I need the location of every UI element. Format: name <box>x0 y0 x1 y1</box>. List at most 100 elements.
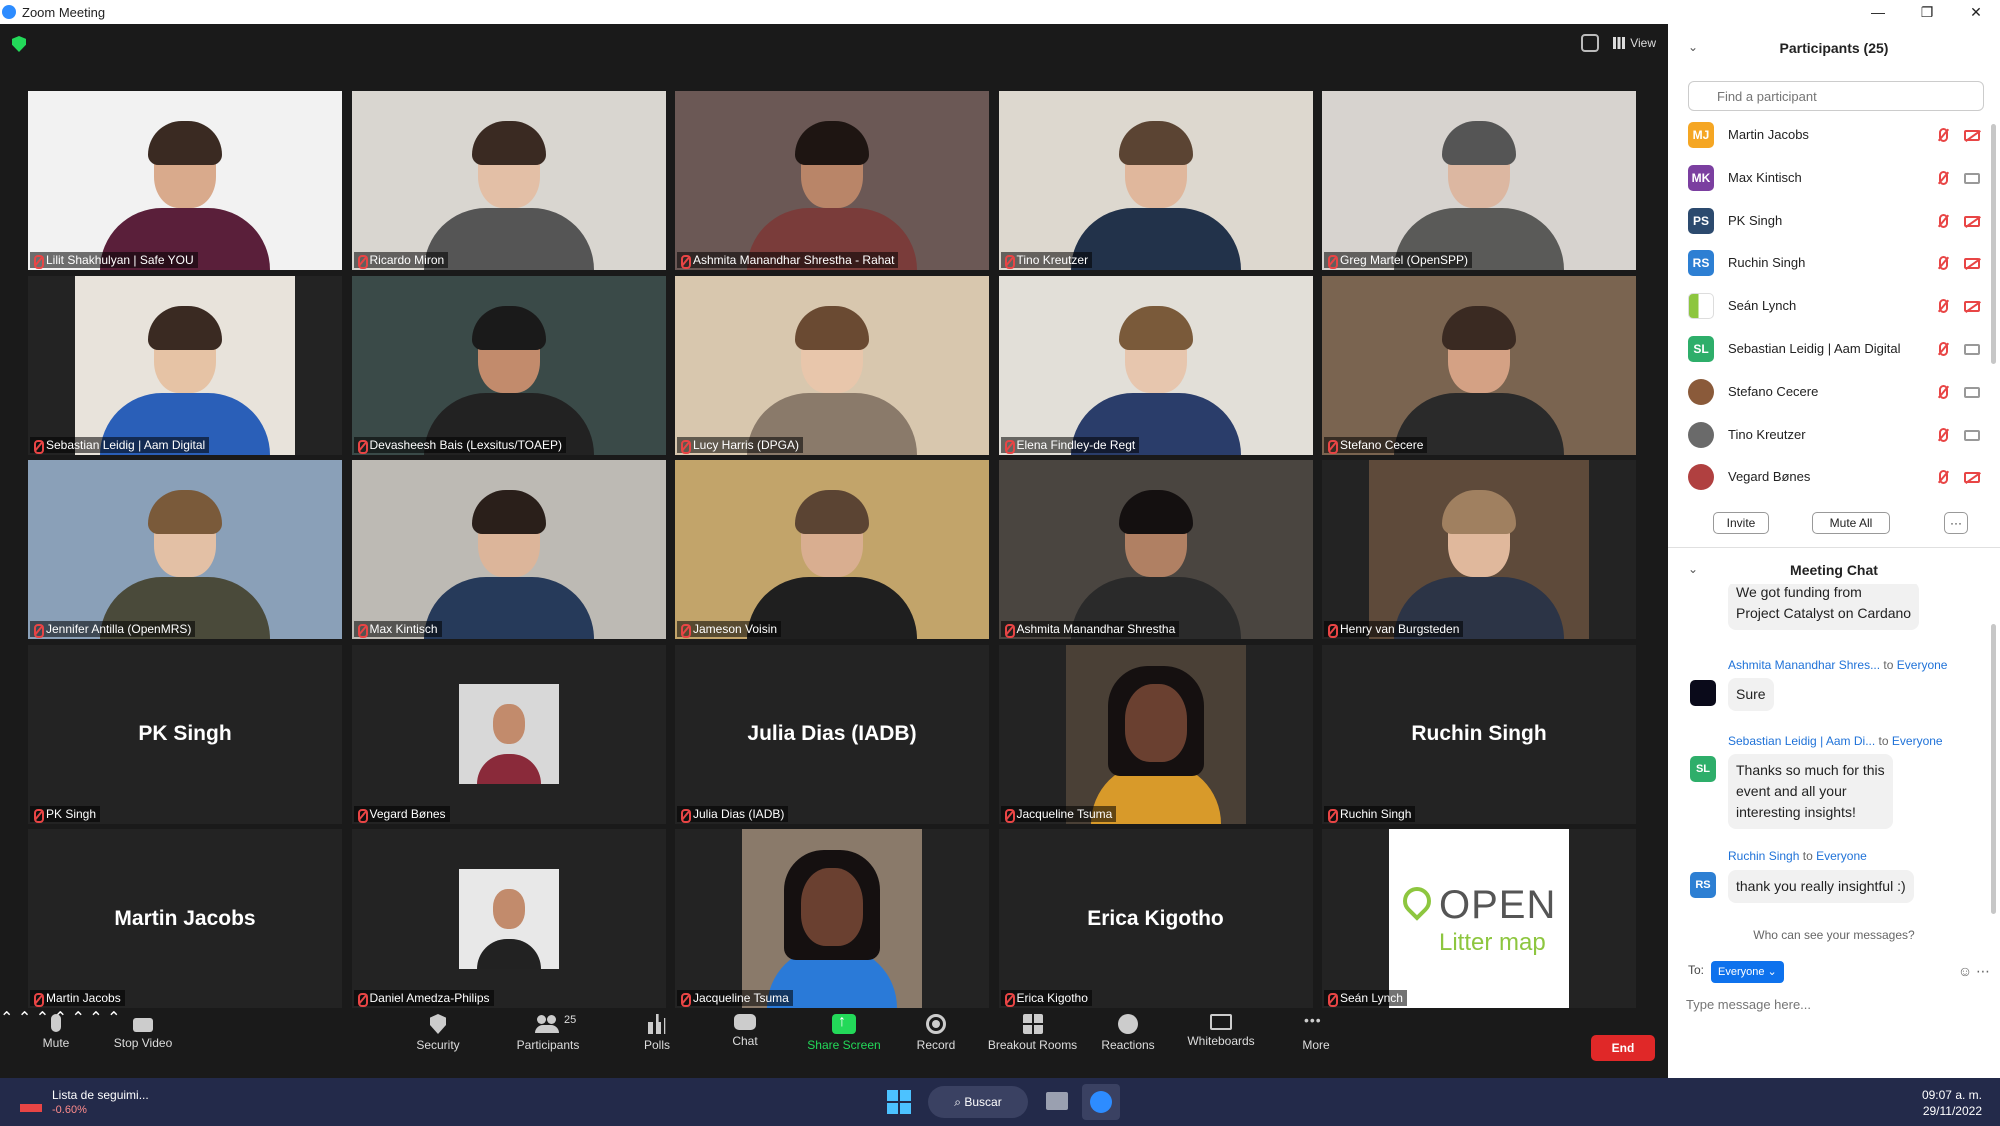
video-tile[interactable]: Sebastian Leidig | Aam Digital <box>28 275 342 455</box>
chat-message-input[interactable] <box>1686 992 1976 1016</box>
video-tile[interactable]: Vegard Bønes <box>351 644 666 824</box>
video-tile[interactable]: Henry van Burgsteden <box>1322 460 1636 639</box>
video-tile[interactable]: Jennifer Antilla (OpenMRS) <box>28 460 342 639</box>
video-tile[interactable]: Ricardo Miron <box>351 91 666 270</box>
participant-search-input[interactable] <box>1688 81 1984 111</box>
taskbar-app-icon[interactable] <box>1046 1092 1068 1110</box>
recipient-select[interactable]: Everyone ⌄ <box>1711 961 1784 983</box>
video-tile[interactable]: Lucy Harris (DPGA) <box>675 275 989 455</box>
close-button[interactable]: ✕ <box>1954 0 1998 24</box>
participant-row[interactable]: SL Sebastian Leidig | Aam Digital <box>1688 328 1988 371</box>
participants-button[interactable]: 25 Participants <box>512 1014 584 1052</box>
message-line: Project Catalyst on Cardano <box>1736 605 1912 621</box>
video-grid: Lilit Shakhulyan | Safe YOU Ricardo Miron… <box>28 91 1640 1008</box>
chat-sender[interactable]: Sebastian Leidig | Aam Di... <box>1728 734 1875 748</box>
video-tile[interactable]: Ashmita Manandhar Shrestha <box>998 460 1313 639</box>
end-meeting-button[interactable]: End <box>1591 1035 1655 1061</box>
muted-microphone-icon[interactable] <box>1939 427 1948 442</box>
emoji-icon[interactable]: ☺ <box>1958 963 1972 979</box>
video-tile[interactable]: Ruchin Singh Ruchin Singh <box>1322 644 1636 824</box>
video-tile[interactable]: Jameson Voisin <box>675 460 989 639</box>
chat-sender[interactable]: Ruchin Singh <box>1728 849 1799 863</box>
video-tile[interactable]: Julia Dias (IADB) Julia Dias (IADB) <box>675 644 989 824</box>
chat-to: to <box>1878 734 1889 748</box>
chat-scrollbar[interactable] <box>1991 624 1996 914</box>
muted-microphone-icon[interactable] <box>1939 470 1948 485</box>
mute-button[interactable]: Mute <box>30 1014 82 1050</box>
participant-name-label: Sebastian Leidig | Aam Digital <box>30 436 210 454</box>
video-on-icon[interactable] <box>1964 386 1980 398</box>
video-on-icon[interactable] <box>1964 429 1980 441</box>
polls-button[interactable]: Polls <box>632 1014 682 1052</box>
video-tile[interactable]: PK Singh PK Singh <box>28 644 342 824</box>
muted-microphone-icon[interactable] <box>1939 341 1948 356</box>
video-tile[interactable]: Daniel Amedza-Philips <box>351 829 666 1008</box>
who-can-see-messages-link[interactable]: Who can see your messages? <box>1668 928 2000 942</box>
participant-row[interactable]: MJ Martin Jacobs <box>1688 114 1988 157</box>
participant-row[interactable]: MK Max Kintisch <box>1688 157 1988 200</box>
chat-sender[interactable]: Ashmita Manandhar Shres... <box>1728 658 1880 672</box>
whiteboards-button[interactable]: Whiteboards <box>1184 1014 1258 1048</box>
video-tile[interactable]: Lilit Shakhulyan | Safe YOU <box>28 91 342 270</box>
security-button[interactable]: Security <box>412 1014 464 1052</box>
breakout-rooms-button[interactable]: Breakout Rooms <box>985 1014 1080 1052</box>
stock-widget-title[interactable]: Lista de seguimi... <box>52 1088 149 1102</box>
video-tile[interactable]: Stefano Cecere <box>1322 275 1636 455</box>
participant-row[interactable]: RS Ruchin Singh <box>1688 242 1988 285</box>
video-on-icon[interactable] <box>1964 343 1980 355</box>
video-tile[interactable]: Elena Findley-de Regt <box>998 275 1313 455</box>
muted-microphone-icon[interactable] <box>1939 299 1948 314</box>
video-off-icon[interactable] <box>1964 301 1980 313</box>
video-tile[interactable]: Jacqueline Tsuma <box>998 644 1313 824</box>
stop-video-button[interactable]: Stop Video <box>108 1014 178 1050</box>
participant-row[interactable]: PS PK Singh <box>1688 200 1988 243</box>
clock-time: 09:07 a. m. <box>1921 1088 1982 1102</box>
lock-icon[interactable] <box>1581 34 1600 52</box>
video-tile[interactable]: Tino Kreutzer <box>998 91 1313 270</box>
video-tile[interactable]: OPEN Litter map Seán Lynch <box>1322 829 1636 1008</box>
more-button[interactable]: More <box>1294 1012 1338 1052</box>
participant-row[interactable]: Tino Kreutzer <box>1688 414 1988 457</box>
participants-scrollbar[interactable] <box>1991 124 1996 364</box>
participant-row[interactable]: Seán Lynch <box>1688 285 1988 328</box>
video-on-icon[interactable] <box>1964 172 1980 184</box>
video-off-icon[interactable] <box>1964 258 1980 270</box>
minimize-button[interactable]: — <box>1856 0 1900 24</box>
video-off-icon[interactable] <box>1964 215 1980 227</box>
video-tile[interactable]: Greg Martel (OpenSPP) <box>1322 91 1636 270</box>
participant-name: Sebastian Leidig | Aam Digital <box>1728 340 1901 356</box>
reactions-caret-icon[interactable]: ⌃ <box>89 1010 102 1027</box>
video-tile[interactable]: Jacqueline Tsuma <box>675 829 989 1008</box>
muted-microphone-icon[interactable] <box>1939 213 1948 228</box>
taskbar-zoom-icon[interactable] <box>1082 1084 1120 1120</box>
invite-button[interactable]: Invite <box>1713 512 1769 534</box>
chat-button[interactable]: Chat <box>720 1014 770 1048</box>
reactions-button[interactable]: Reactions <box>1098 1014 1158 1052</box>
video-tile[interactable]: Erica Kigotho Erica Kigotho <box>998 829 1313 1008</box>
video-off-icon[interactable] <box>1964 472 1980 484</box>
video-tile[interactable]: Ashmita Manandhar Shrestha - Rahat <box>675 91 989 270</box>
audio-options-caret-icon[interactable]: ⌃ <box>0 1010 13 1027</box>
windows-start-icon[interactable] <box>887 1090 911 1114</box>
participants-more-button[interactable]: ··· <box>1944 512 1968 534</box>
video-tile[interactable]: Devasheesh Bais (Lexsitus/TOAEP) <box>351 275 666 455</box>
taskbar-search-button[interactable]: ⌕ Buscar <box>928 1086 1028 1118</box>
chat-to: to <box>1802 849 1813 863</box>
video-off-icon[interactable] <box>1964 130 1980 141</box>
mute-all-button[interactable]: Mute All <box>1812 512 1890 534</box>
chat-more-icon[interactable]: ⋯ <box>1976 963 1990 979</box>
participant-row[interactable]: Stefano Cecere <box>1688 371 1988 414</box>
stock-chart-icon[interactable] <box>20 1092 42 1112</box>
muted-microphone-icon[interactable] <box>1939 170 1948 185</box>
muted-microphone-icon[interactable] <box>1939 384 1948 399</box>
view-button[interactable]: View <box>1613 36 1656 50</box>
record-button[interactable]: Record <box>912 1014 960 1052</box>
video-tile[interactable]: Martin Jacobs Martin Jacobs <box>28 829 342 1008</box>
encryption-shield-icon[interactable] <box>12 36 26 52</box>
muted-microphone-icon[interactable] <box>1939 128 1948 142</box>
participant-row[interactable]: Vegard Bønes <box>1688 456 1988 499</box>
share-screen-button[interactable]: Share Screen <box>804 1013 884 1052</box>
restore-button[interactable]: ❐ <box>1905 0 1949 24</box>
video-tile[interactable]: Max Kintisch <box>351 460 666 639</box>
muted-microphone-icon[interactable] <box>1939 256 1948 271</box>
